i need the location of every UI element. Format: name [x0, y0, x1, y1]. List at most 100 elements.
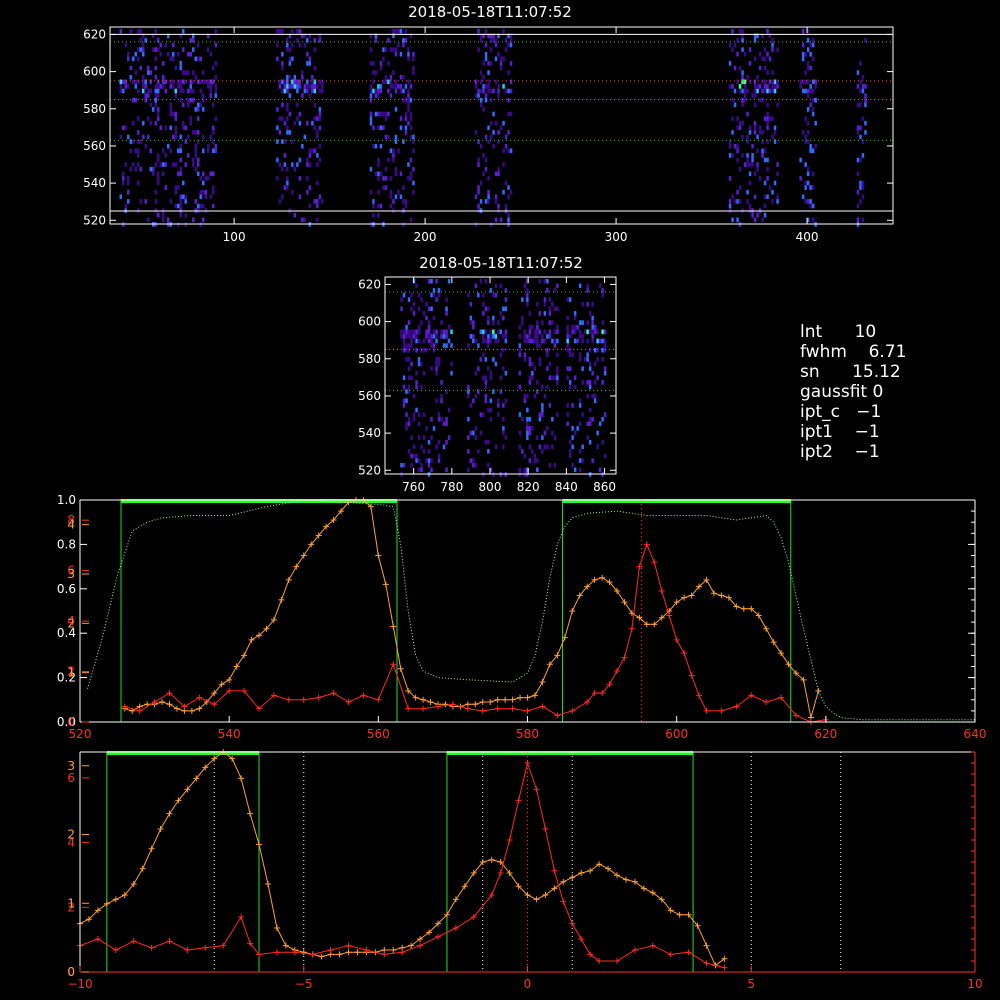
panel-1-pixel [212, 148, 215, 154]
panel-3-x-tick-label: 620 [814, 727, 837, 741]
panel-1-pixel [169, 199, 172, 204]
panel-1-pixel [147, 93, 150, 98]
panel-2-pixel [568, 453, 572, 459]
panel-3-data-point [248, 636, 255, 643]
panel-2-pixel [573, 311, 577, 316]
panel-3-data-point [524, 707, 531, 714]
panel-1-pixel [384, 111, 388, 117]
panel-1-pixel [806, 120, 810, 126]
panel-2-pixel [551, 416, 554, 422]
panel-1-pixel [139, 199, 142, 204]
panel-2-pixel [521, 449, 524, 454]
panel-1-pixel [127, 56, 130, 62]
panel-1-pixel [409, 84, 413, 89]
panel-2-pixel [546, 347, 549, 353]
panel-2-pixel [593, 398, 597, 404]
panel-2-pixel [601, 347, 604, 353]
panel-1-pixel [771, 70, 774, 75]
panel-1-pixel [177, 51, 180, 57]
panel-2-pixel [400, 329, 403, 335]
panel-1-pixel [306, 79, 309, 85]
panel-2-pixel [477, 449, 480, 454]
panel-1-pixel [197, 107, 200, 112]
panel-1-pixel [731, 217, 734, 223]
panel-1-pixel [736, 217, 739, 223]
panel-1-pixel [748, 162, 752, 167]
panel-2-pixel [538, 412, 542, 417]
panel-1-pixel [137, 88, 140, 94]
panel-2-pixel [541, 412, 544, 417]
panel-1-pixel [809, 102, 812, 108]
panel-1-pixel [162, 148, 165, 154]
panel-1-pixel [124, 84, 127, 89]
panel-1-pixel [771, 189, 774, 195]
panel-4-data-point [578, 936, 585, 942]
panel-3-data-point [621, 599, 628, 606]
panel-1-pixel [189, 116, 192, 121]
panel-1-pixel [187, 51, 190, 57]
panel-4-orange-tick-label: 0 [67, 965, 75, 979]
panel-2-pixel [553, 329, 557, 335]
panel-1-pixel [384, 74, 388, 80]
panel-1-pixel [122, 125, 125, 131]
panel-4-data-point [157, 826, 164, 832]
panel-1-pixel [197, 162, 200, 167]
panel-3-data-point [173, 705, 180, 712]
panel-1-pixel [487, 88, 490, 94]
panel-4-data-point [112, 896, 119, 903]
panel-2-pixel [412, 444, 416, 450]
panel-1-pixel [753, 171, 757, 177]
panel-1-pixel [736, 157, 739, 163]
panel-2-pixel [573, 338, 577, 344]
panel-1-pixel [281, 28, 284, 34]
panel-1-pixel [293, 120, 297, 126]
panel-2-pixel [489, 334, 493, 339]
panel-1-pixel [479, 79, 483, 85]
info-label: ipt1 [800, 422, 833, 442]
panel-2-pixel [430, 366, 433, 371]
panel-3-data-point [136, 707, 143, 714]
panel-4-series-line [79, 751, 725, 967]
panel-1-pixel [504, 134, 508, 140]
panel-1-pixel [164, 185, 167, 190]
panel-1-pixel [731, 84, 734, 89]
panel-2-pixel [482, 412, 485, 417]
panel-2-pixel [578, 449, 582, 454]
panel-3-orange-tick-label: 2 [67, 616, 75, 630]
panel-3-data-point [614, 667, 620, 674]
panel-1-pixel [291, 84, 294, 89]
panel-2-pixel [487, 306, 490, 312]
panel-2-pixel [415, 283, 418, 289]
panel-1-pixel [756, 84, 759, 89]
panel-1-pixel [382, 185, 385, 190]
panel-1-pixel [484, 199, 488, 204]
panel-1-pixel [753, 79, 757, 85]
panel-1-pixel [288, 93, 292, 98]
panel-1-pixel [278, 199, 282, 204]
panel-1-pixel [298, 42, 302, 48]
panel-1-pixel [169, 56, 172, 62]
panel-1-pixel [127, 51, 130, 57]
panel-2-pixel [410, 453, 413, 459]
panel-1-pixel [382, 47, 385, 52]
panel-1-pixel [132, 97, 135, 103]
panel-1-pixel [182, 79, 185, 85]
panel-1-pixel [189, 120, 192, 126]
panel-1-pixel [127, 134, 130, 140]
panel-1-pixel [159, 42, 162, 48]
panel-1-pixel [482, 84, 485, 89]
panel-1-pixel [776, 84, 779, 89]
panel-1-pixel [407, 176, 410, 181]
panel-1-pixel [756, 134, 759, 140]
panel-1-pixel [499, 125, 503, 131]
panel-1-pixel [313, 102, 317, 108]
panel-1-pixel [856, 84, 860, 89]
panel-4-data-point [112, 947, 119, 953]
panel-2-pixel [415, 384, 418, 390]
panel-2-pixel [415, 338, 418, 344]
panel-2-x-tick-label: 860 [593, 480, 616, 494]
panel-1-pixel [199, 176, 202, 181]
panel-3-data-point [278, 596, 285, 603]
panel-2-pixel [489, 398, 493, 404]
panel-1-pixel [174, 125, 177, 131]
